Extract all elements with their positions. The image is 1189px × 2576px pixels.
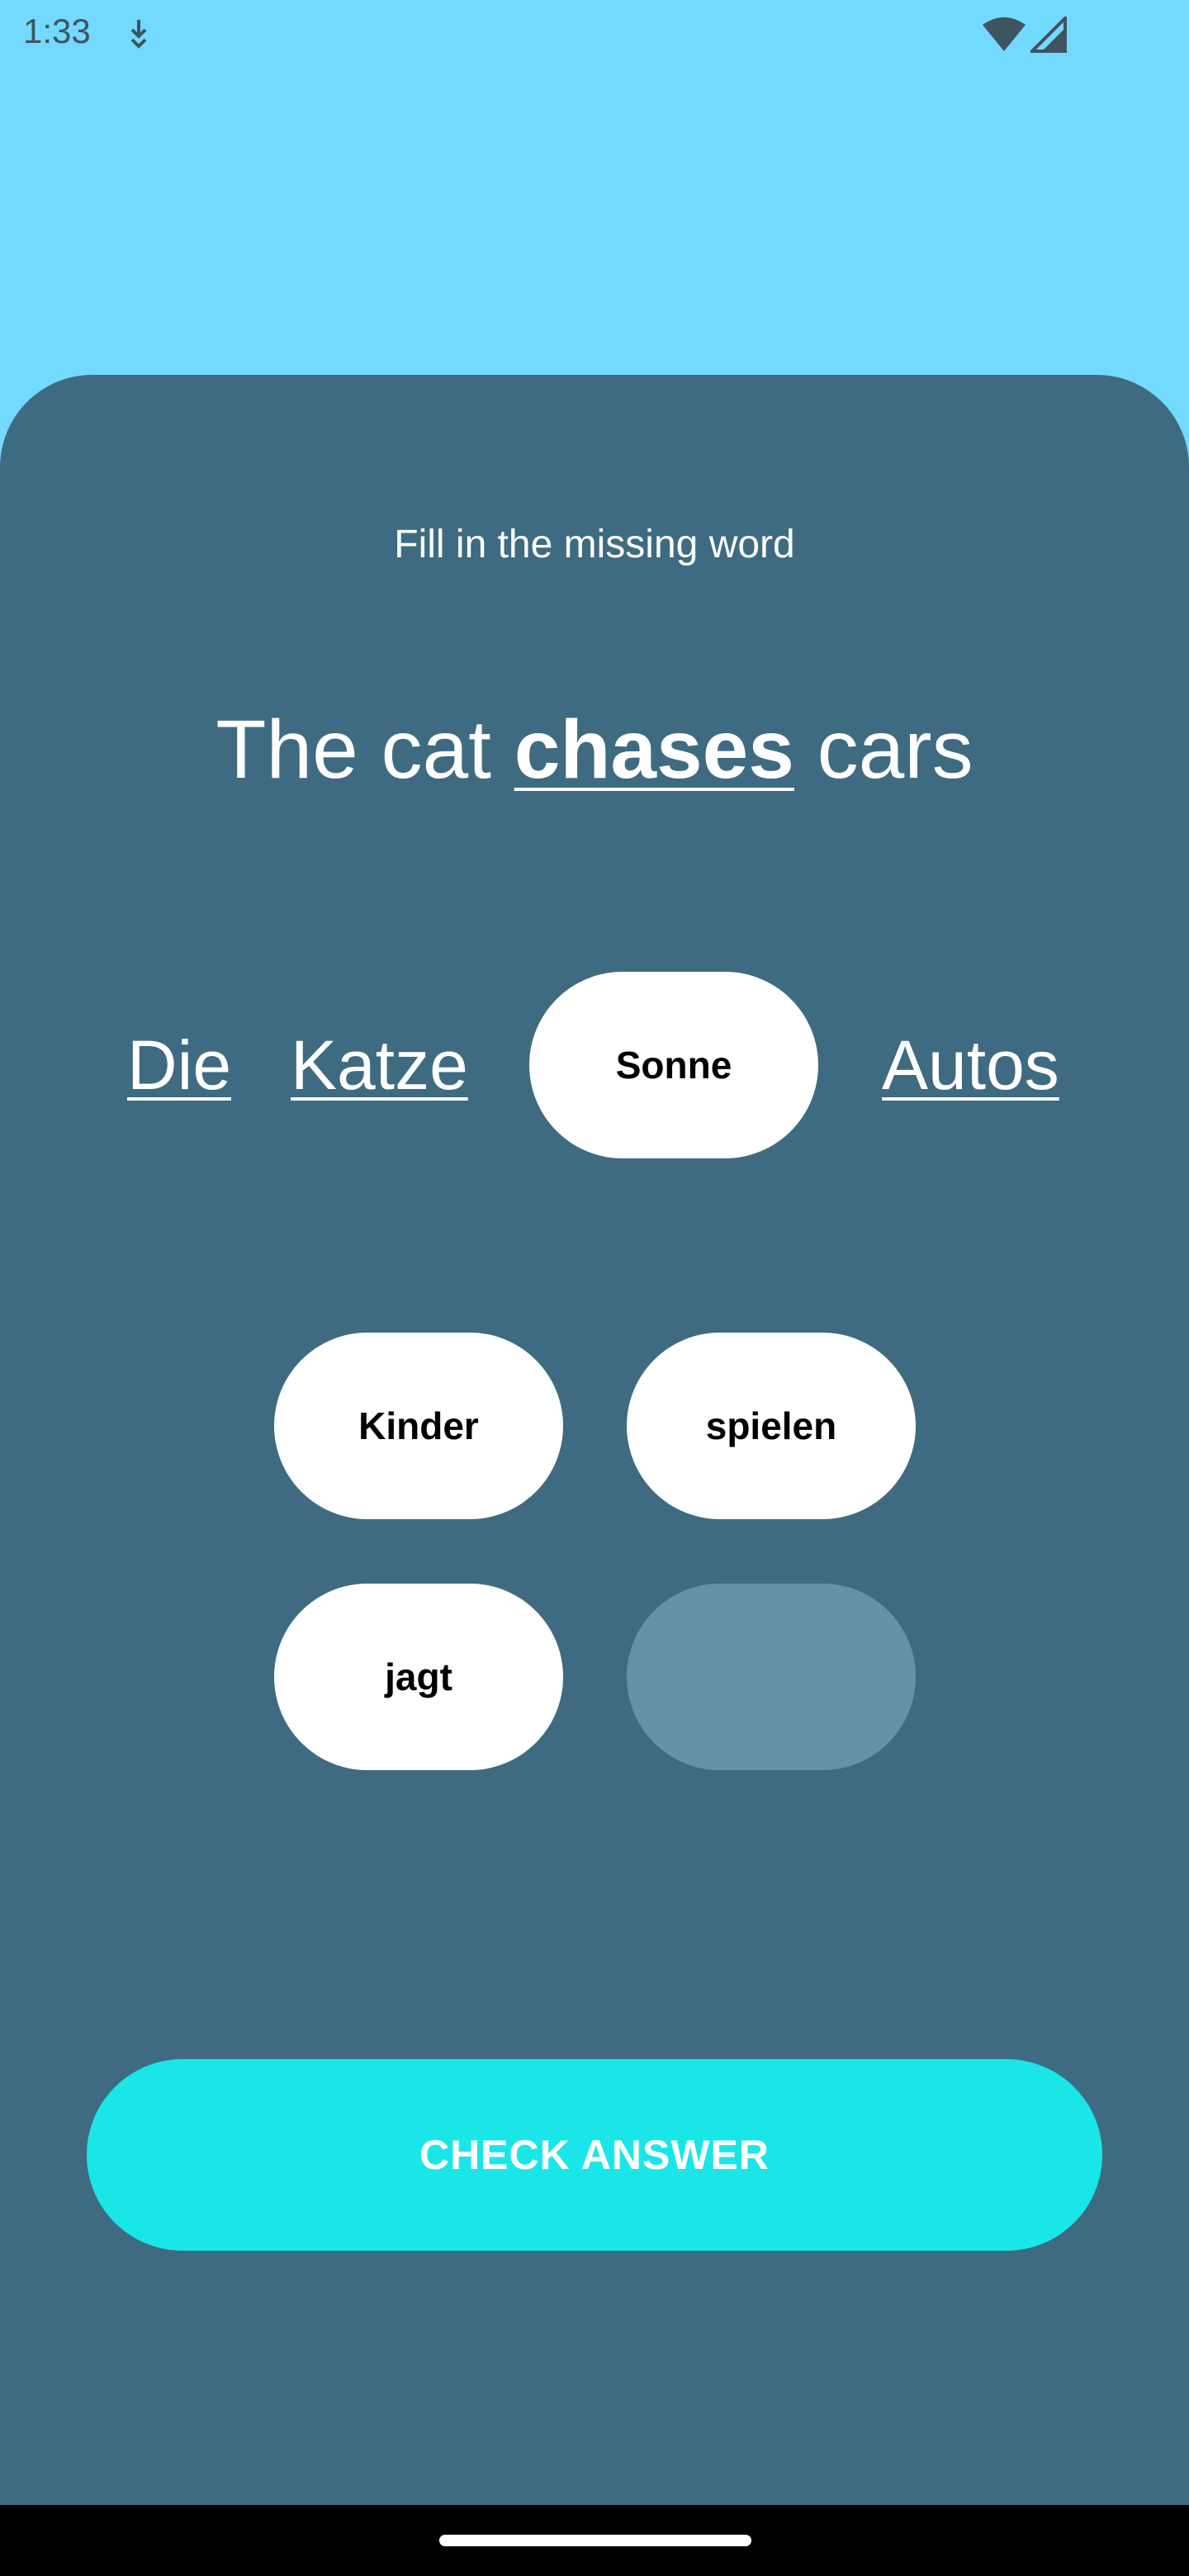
answer-slot-sonne[interactable]: Sonne	[529, 972, 818, 1158]
download-icon	[130, 20, 147, 49]
option-empty-slot	[627, 1584, 916, 1770]
answer-word-autos[interactable]: Autos	[882, 1024, 1059, 1106]
sentence-after: cars	[793, 703, 973, 796]
instruction-text: Fill in the missing word	[394, 523, 795, 566]
status-time: 1:33	[23, 12, 91, 50]
wifi-icon	[983, 17, 1026, 51]
option-jagt[interactable]: jagt	[274, 1584, 563, 1770]
signal-icon	[1030, 17, 1067, 53]
status-bar: 1:33	[0, 0, 1189, 69]
home-indicator[interactable]	[439, 2535, 751, 2546]
option-spielen[interactable]: spielen	[627, 1333, 916, 1519]
check-answer-button[interactable]: CHECK ANSWER	[87, 2059, 1102, 2251]
option-kinder[interactable]: Kinder	[274, 1333, 563, 1519]
answer-word-katze[interactable]: Katze	[291, 1024, 468, 1106]
answer-word-die[interactable]: Die	[127, 1024, 231, 1106]
english-sentence: The cat chases cars	[0, 700, 1189, 799]
sentence-before: The cat	[216, 703, 514, 796]
sentence-highlight-word: chases	[514, 703, 794, 796]
